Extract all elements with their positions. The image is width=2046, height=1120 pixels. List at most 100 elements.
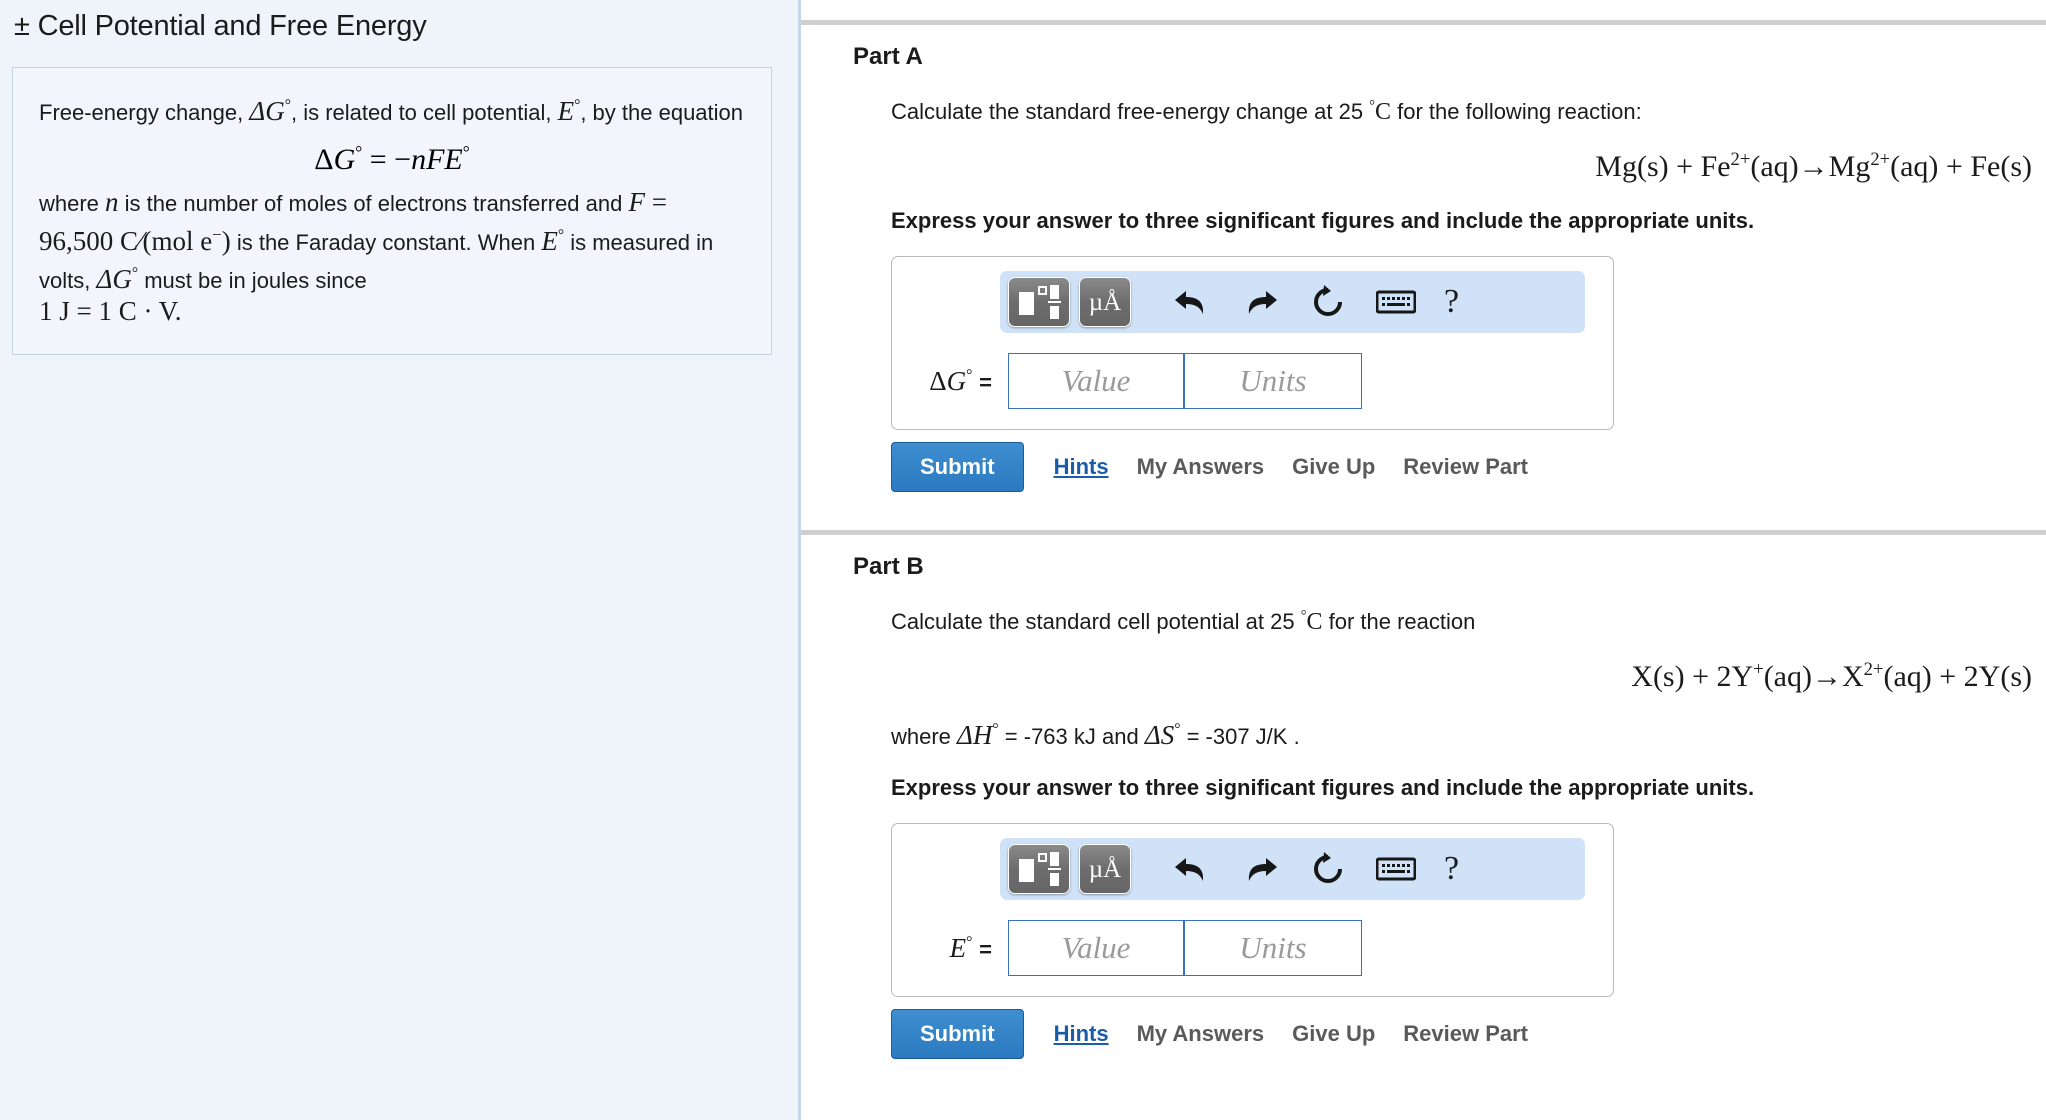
part-b-my-answers-link[interactable]: My Answers bbox=[1137, 1021, 1265, 1047]
part-b-toolbar: µÅ ? bbox=[1000, 838, 1585, 900]
part-b-give-up-link[interactable]: Give Up bbox=[1292, 1021, 1375, 1047]
where-text-c: is the Faraday constant. When bbox=[230, 230, 542, 255]
reaction-b-segment-3: (aq) + 2Y(s) bbox=[1883, 660, 2032, 693]
part-b-units-input[interactable]: Units bbox=[1184, 920, 1362, 976]
temperature-celsius: °C bbox=[1369, 98, 1391, 125]
part-b-equals-sign: = bbox=[979, 936, 992, 962]
part-b-answer-row: E° = Value Units bbox=[892, 900, 1613, 976]
help-button[interactable]: ? bbox=[1444, 285, 1459, 319]
part-a-equals-sign: = bbox=[979, 369, 992, 395]
part-a-value-input[interactable]: Value bbox=[1008, 353, 1184, 409]
help-button-b[interactable]: ? bbox=[1444, 852, 1459, 886]
e-symbol: E° bbox=[557, 96, 581, 126]
where-paragraph: where n is the number of moles of electr… bbox=[39, 187, 745, 328]
units-button-b[interactable]: µÅ bbox=[1079, 844, 1131, 894]
n-symbol: n bbox=[105, 187, 119, 217]
reset-button-b[interactable] bbox=[1305, 846, 1351, 892]
reaction-segment-1: Mg(s) + Fe bbox=[1595, 150, 1731, 183]
part-b-prompt-pre: Calculate the standard cell potential at… bbox=[891, 609, 1301, 634]
redo-icon bbox=[1248, 291, 1277, 314]
e-symbol-2: E° bbox=[541, 226, 565, 256]
math-template-icon bbox=[1019, 852, 1061, 886]
free-energy-equation-text: ΔG° = −nFE° bbox=[314, 142, 470, 176]
undo-icon bbox=[1175, 858, 1204, 881]
temperature-celsius-b: °C bbox=[1300, 608, 1323, 635]
redo-button-b[interactable] bbox=[1237, 846, 1283, 892]
delta-g-symbol-2: ΔG° bbox=[96, 264, 139, 294]
reaction-b-segment-2: (aq)→X bbox=[1763, 660, 1864, 693]
micro-angstrom-icon: µÅ bbox=[1088, 288, 1122, 316]
part-b-divider-wrap bbox=[801, 492, 2046, 535]
part-b-prompt-post: for the reaction bbox=[1322, 609, 1476, 634]
part-a-my-answers-link[interactable]: My Answers bbox=[1137, 454, 1265, 480]
part-a-answer-symbol: ΔG° bbox=[929, 365, 973, 396]
math-template-icon bbox=[1019, 285, 1061, 319]
where-text-a: where bbox=[39, 191, 106, 216]
undo-button[interactable] bbox=[1169, 279, 1215, 325]
left-info-panel: ± Cell Potential and Free Energy Free-en… bbox=[0, 0, 801, 1120]
keyboard-button[interactable] bbox=[1373, 279, 1419, 325]
part-b-label: Part B bbox=[853, 553, 924, 580]
part-b-review-part-link[interactable]: Review Part bbox=[1403, 1021, 1528, 1047]
delta-g-symbol: ΔG° bbox=[249, 96, 291, 126]
intro-text-c: , by the equation bbox=[580, 100, 744, 125]
part-b-where-mid1: = -763 kJ and bbox=[998, 724, 1145, 749]
reset-icon bbox=[1314, 852, 1342, 883]
reaction-b-segment-1: X(s) + 2Y bbox=[1631, 660, 1754, 693]
part-a-prompt-post: for the following reaction: bbox=[1390, 99, 1642, 124]
math-template-button-b[interactable] bbox=[1008, 844, 1070, 894]
part-b-body: Calculate the standard cell potential at… bbox=[801, 581, 2046, 1059]
part-b-value-input[interactable]: Value bbox=[1008, 920, 1184, 976]
redo-button[interactable] bbox=[1237, 279, 1283, 325]
reaction-sup-2: 2+ bbox=[1870, 149, 1891, 170]
keyboard-icon bbox=[1376, 857, 1416, 881]
part-a-review-part-link[interactable]: Review Part bbox=[1403, 454, 1528, 480]
reset-button[interactable] bbox=[1305, 279, 1351, 325]
reaction-b-sup-1: + bbox=[1753, 659, 1764, 680]
part-a-units-input[interactable]: Units bbox=[1184, 353, 1362, 409]
part-a-hints-link[interactable]: Hints bbox=[1054, 454, 1109, 480]
part-b-answer-box: µÅ ? E° = Value Units bbox=[891, 823, 1614, 997]
part-a-reaction: Mg(s) + Fe2+(aq)→Mg2+(aq) + Fe(s) bbox=[891, 127, 2046, 184]
reaction-b-sup-2: 2+ bbox=[1863, 659, 1884, 680]
part-a-answer-label: ΔG° = bbox=[914, 366, 992, 397]
where-text-b: is the number of moles of electrons tran… bbox=[118, 191, 629, 216]
page-title: ± Cell Potential and Free Energy bbox=[14, 10, 427, 42]
delta-h-symbol: ΔH° bbox=[957, 720, 999, 750]
reset-icon bbox=[1314, 285, 1342, 316]
part-b-answer-symbol: E° bbox=[949, 932, 973, 963]
part-a-give-up-link[interactable]: Give Up bbox=[1292, 454, 1375, 480]
redo-icon bbox=[1248, 858, 1277, 881]
joule-equation: 1 J = 1 C · V. bbox=[39, 296, 182, 326]
part-b-submit-button[interactable]: Submit bbox=[891, 1009, 1024, 1059]
part-a-answer-row: ΔG° = Value Units bbox=[892, 333, 1613, 409]
keyboard-button-b[interactable] bbox=[1373, 846, 1419, 892]
part-a-divider-wrap bbox=[801, 0, 2046, 25]
math-template-button[interactable] bbox=[1008, 277, 1070, 327]
concept-info-box: Free-energy change, ΔG°, is related to c… bbox=[12, 67, 772, 355]
part-a-block: Part A Calculate the standard free-energ… bbox=[801, 25, 2046, 492]
where-text-e: must be in joules since bbox=[138, 268, 367, 293]
micro-angstrom-icon: µÅ bbox=[1088, 855, 1122, 883]
part-a-submit-button[interactable]: Submit bbox=[891, 442, 1024, 492]
part-b-where-line: where ΔH° = -763 kJ and ΔS° = -307 J/K . bbox=[891, 694, 2046, 751]
part-b-reaction: X(s) + 2Y+(aq)→X2+(aq) + 2Y(s) bbox=[891, 637, 2046, 694]
part-a-label: Part A bbox=[853, 43, 923, 70]
reaction-segment-2: (aq)→Mg bbox=[1750, 150, 1871, 183]
part-b-where-pre: where bbox=[891, 724, 958, 749]
part-a-prompt-pre: Calculate the standard free-energy chang… bbox=[891, 99, 1370, 124]
part-b-prompt: Calculate the standard cell potential at… bbox=[891, 581, 2046, 637]
part-b-answer-label: E° = bbox=[914, 933, 992, 964]
reaction-segment-3: (aq) + Fe(s) bbox=[1890, 150, 2032, 183]
part-a-units-placeholder: Units bbox=[1239, 363, 1307, 398]
problem-page: ± Cell Potential and Free Energy Free-en… bbox=[0, 0, 2046, 1120]
part-a-actions: Submit Hints My Answers Give Up Review P… bbox=[891, 442, 2046, 492]
units-button[interactable]: µÅ bbox=[1079, 277, 1131, 327]
intro-text-a: Free-energy change, bbox=[39, 100, 250, 125]
undo-icon bbox=[1175, 291, 1204, 314]
part-a-answer-box: µÅ ? ΔG° = Value Units bbox=[891, 256, 1614, 430]
undo-button-b[interactable] bbox=[1169, 846, 1215, 892]
part-b-block: Part B Calculate the standard cell poten… bbox=[801, 535, 2046, 1059]
part-a-express-instruction: Express your answer to three significant… bbox=[891, 208, 1755, 233]
part-b-hints-link[interactable]: Hints bbox=[1054, 1021, 1109, 1047]
